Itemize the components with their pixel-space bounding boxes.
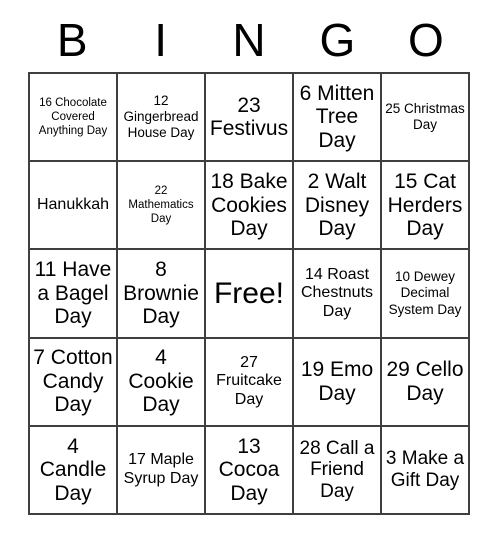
- bingo-cell[interactable]: 22 Mathematics Day: [118, 162, 206, 251]
- bingo-cell[interactable]: 23 Festivus: [206, 74, 294, 163]
- bingo-cell[interactable]: 14 Roast Chestnuts Day: [294, 250, 382, 339]
- bingo-cell[interactable]: 29 Cello Day: [382, 338, 470, 427]
- bingo-cell-label: 27 Fruitcake Day: [216, 353, 282, 408]
- bingo-cell-label: 18 Bake Cookies Day: [210, 170, 288, 241]
- bingo-cell[interactable]: 25 Christmas Day: [382, 74, 470, 163]
- bingo-grid: 16 Chocolate Covered Anything Day 12 Gin…: [28, 72, 470, 515]
- bingo-cell[interactable]: 16 Chocolate Covered Anything Day: [30, 74, 118, 163]
- bingo-header-letter-n-label: N: [232, 14, 266, 66]
- bingo-cell[interactable]: 10 Dewey Decimal System Day: [382, 250, 470, 339]
- bingo-cell[interactable]: 4 Candle Day: [30, 426, 118, 515]
- bingo-cell[interactable]: 15 Cat Herders Day: [382, 162, 470, 251]
- bingo-cell[interactable]: 3 Make a Gift Day: [382, 426, 470, 515]
- bingo-cell[interactable]: 4 Cookie Day: [118, 338, 206, 427]
- bingo-cell-label: 12 Gingerbread House Day: [123, 92, 199, 141]
- bingo-cell-label: 19 Emo Day: [300, 358, 374, 405]
- bingo-header-letter-o: O: [382, 8, 470, 72]
- bingo-cell[interactable]: 11 Have a Bagel Day: [30, 250, 118, 339]
- bingo-cell-label: 25 Christmas Day: [385, 100, 465, 133]
- bingo-cell[interactable]: 12 Gingerbread House Day: [118, 74, 206, 163]
- bingo-cell[interactable]: 27 Fruitcake Day: [206, 338, 294, 427]
- bingo-cell[interactable]: 19 Emo Day: [294, 338, 382, 427]
- bingo-header-letter-b-label: B: [56, 14, 88, 66]
- bingo-cell-label: 10 Dewey Decimal System Day: [388, 269, 462, 317]
- bingo-cell[interactable]: 6 Mitten Tree Day: [294, 74, 382, 163]
- bingo-cell-label: 4 Candle Day: [39, 434, 107, 505]
- bingo-cell-label: 16 Chocolate Covered Anything Day: [38, 96, 108, 138]
- bingo-header-letter-o-label: O: [407, 14, 444, 66]
- bingo-header-letter-g-label: G: [319, 14, 356, 66]
- bingo-cell-label: 28 Call a Friend Day: [299, 437, 375, 502]
- bingo-header-letter-i-label: I: [154, 14, 167, 66]
- bingo-header-letter-b: B: [28, 8, 116, 72]
- bingo-cell[interactable]: 7 Cotton Candy Day: [30, 338, 118, 427]
- bingo-cell[interactable]: 28 Call a Friend Day: [294, 426, 382, 515]
- bingo-cell-label: 17 Maple Syrup Day: [123, 451, 199, 487]
- bingo-cell-label: 13 Cocoa Day: [218, 434, 280, 505]
- bingo-header-letter-i: I: [116, 8, 204, 72]
- bingo-cell[interactable]: 13 Cocoa Day: [206, 426, 294, 515]
- bingo-cell-label: 23 Festivus: [209, 93, 289, 141]
- bingo-header: B I N G O: [28, 8, 470, 72]
- bingo-free-space-label: Free!: [213, 276, 285, 310]
- bingo-cell[interactable]: 18 Bake Cookies Day: [206, 162, 294, 251]
- bingo-cell-label: 4 Cookie Day: [128, 346, 194, 417]
- bingo-header-letter-n: N: [205, 8, 293, 72]
- bingo-cell-label: 29 Cello Day: [386, 358, 464, 405]
- bingo-cell-label: 7 Cotton Candy Day: [33, 346, 113, 417]
- bingo-cell-label: 14 Roast Chestnuts Day: [300, 265, 374, 320]
- bingo-cell-label: 2 Walt Disney Day: [304, 170, 370, 241]
- bingo-cell-label: 22 Mathematics Day: [128, 184, 194, 226]
- bingo-cell-label: 15 Cat Herders Day: [387, 170, 463, 241]
- bingo-cell[interactable]: 8 Brownie Day: [118, 250, 206, 339]
- bingo-cell-label: 6 Mitten Tree Day: [299, 81, 375, 152]
- bingo-cell-free-space[interactable]: Free!: [206, 250, 294, 339]
- bingo-header-letter-g: G: [293, 8, 381, 72]
- bingo-cell[interactable]: 2 Walt Disney Day: [294, 162, 382, 251]
- bingo-cell-label: 3 Make a Gift Day: [385, 448, 465, 491]
- bingo-cell-label: 11 Have a Bagel Day: [34, 258, 112, 329]
- bingo-card: B I N G O 16 Chocolate Covered Anything …: [0, 0, 500, 544]
- bingo-cell[interactable]: Hanukkah: [30, 162, 118, 251]
- bingo-cell-label: Hanukkah: [36, 196, 110, 214]
- bingo-cell-label: 8 Brownie Day: [123, 258, 199, 329]
- bingo-cell[interactable]: 17 Maple Syrup Day: [118, 426, 206, 515]
